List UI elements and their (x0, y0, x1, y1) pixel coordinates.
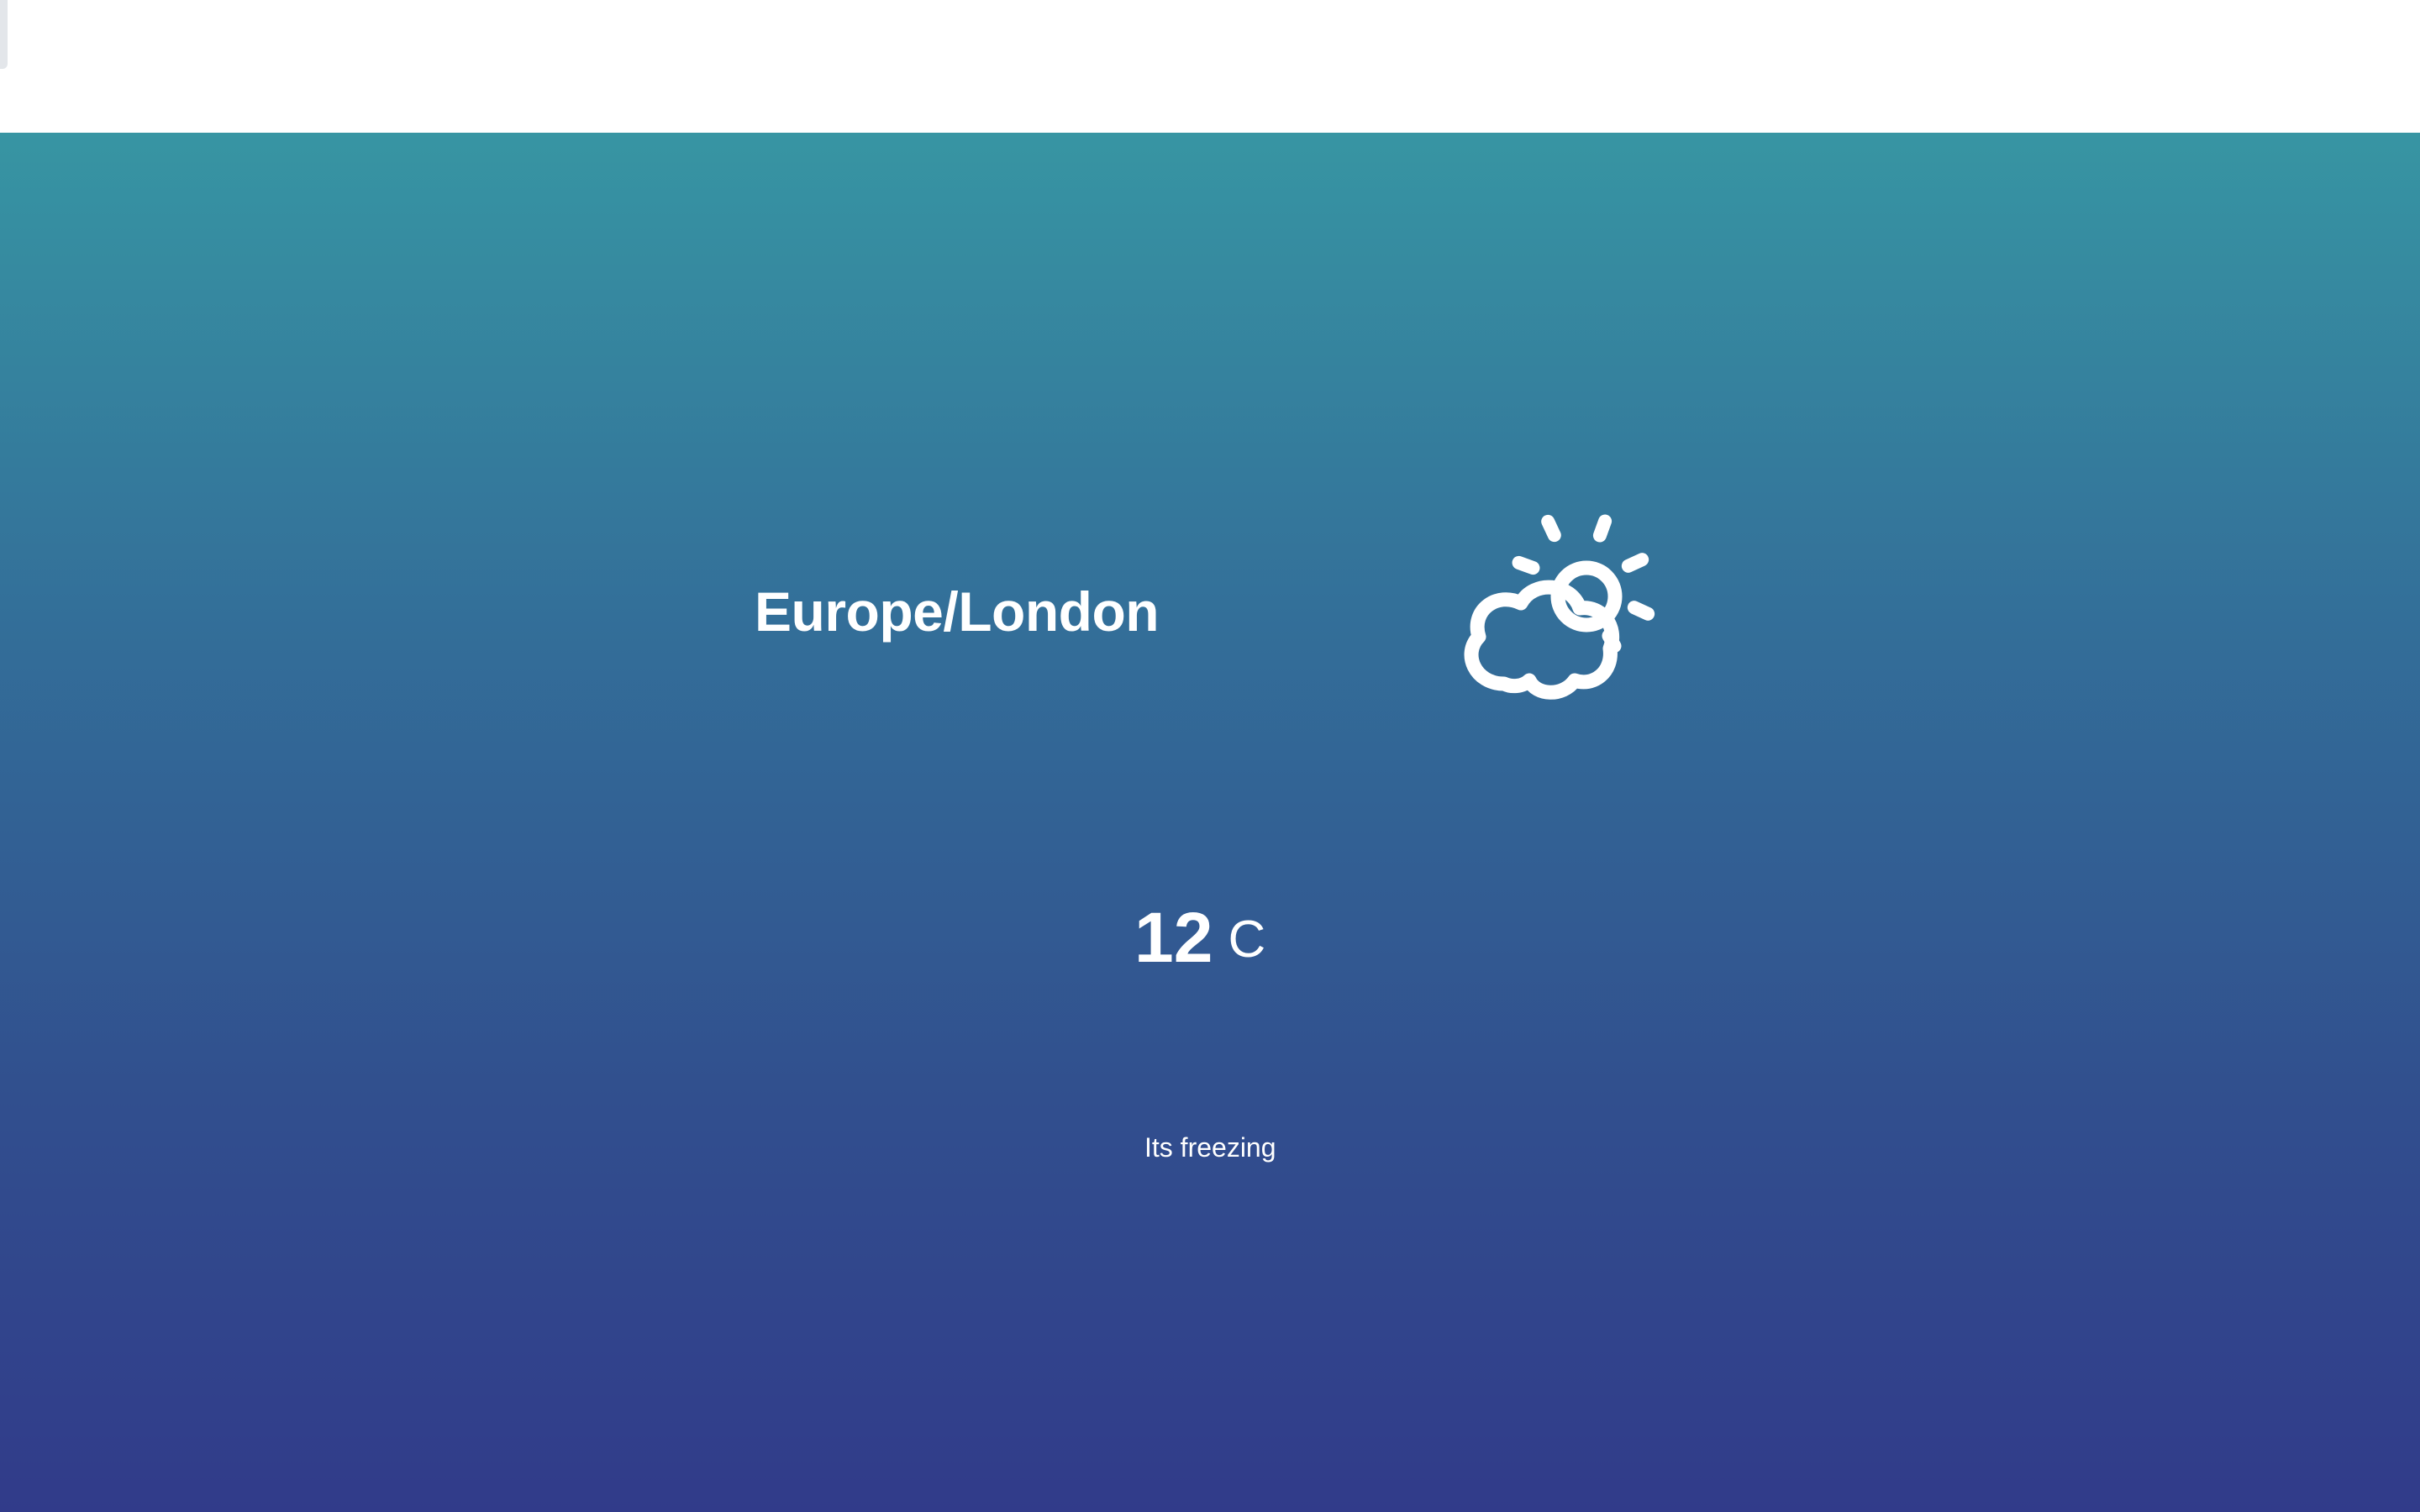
temperature-unit: C (1228, 911, 1266, 969)
top-bar (0, 0, 2420, 133)
temperature-display: 12 C (1134, 897, 1265, 979)
temperature-value: 12 (1134, 898, 1213, 977)
location-timezone: Europe/London (755, 580, 1160, 643)
weather-icon-svg (1464, 514, 1655, 700)
top-bar-edge (0, 0, 8, 69)
partly-cloudy-day-icon (1445, 502, 1664, 721)
cloud-shape (1464, 580, 1620, 700)
weather-panel: Europe/London 12 C Its freezing (0, 133, 2420, 1512)
weather-summary: Its freezing (1144, 1132, 1276, 1163)
